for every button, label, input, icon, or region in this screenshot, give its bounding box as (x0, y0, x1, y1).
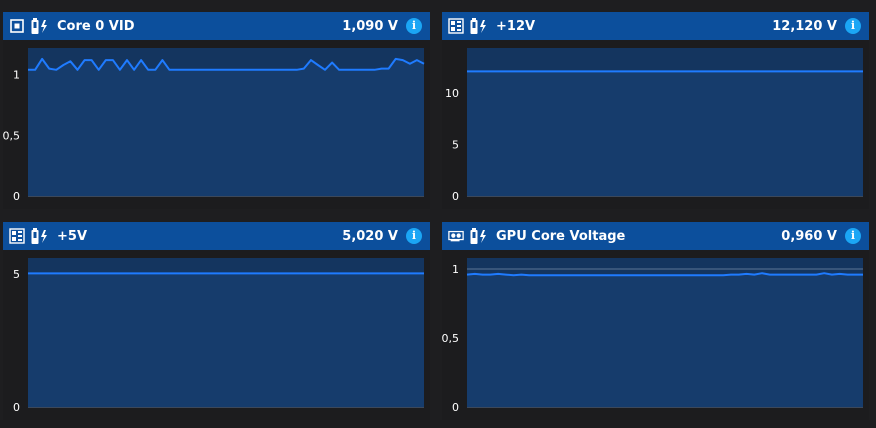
sensor-label: GPU Core Voltage (496, 228, 626, 244)
battery-charging-icon (31, 17, 51, 35)
voltage-chart: 0 0,5 1 (442, 250, 869, 420)
sensor-label: Core 0 VID (57, 18, 135, 34)
battery-charging-icon (470, 17, 490, 35)
y-tick-label: 0,5 (3, 129, 20, 142)
y-tick-label: 0 (452, 401, 459, 414)
series-area (28, 273, 424, 407)
battery-charging-icon (470, 227, 490, 245)
voltage-chart-svg: 00,51 (3, 48, 425, 203)
series-area (467, 273, 863, 407)
gpu-icon (448, 228, 464, 244)
panel-header: +12V 12,120 V i (442, 12, 869, 40)
panel-plus12v: +12V 12,120 V i 0 5 10 (442, 12, 869, 209)
sensor-label: +5V (57, 228, 87, 244)
series-area (28, 58, 424, 197)
y-tick-label: 5 (452, 139, 459, 152)
panel-plus5v: +5V 5,020 V i 05 (3, 222, 430, 420)
motherboard-icon (448, 18, 464, 34)
voltage-chart-svg: 0 5 10 (445, 48, 863, 203)
y-tick-label: 1 (13, 69, 20, 82)
sensor-value: 0,960 V (781, 228, 837, 244)
motherboard-icon (9, 228, 25, 244)
sensor-value: 1,090 V (342, 18, 398, 34)
y-tick-label: 0,5 (442, 332, 459, 345)
y-tick-label: 0 (13, 190, 20, 203)
voltage-chart: 0 5 10 (442, 40, 869, 209)
panel-header: Core 0 VID 1,090 V i (3, 12, 430, 40)
y-tick-label: 10 (445, 87, 459, 100)
sensor-value: 12,120 V (772, 18, 837, 34)
cpu-icon (9, 18, 25, 34)
voltage-chart: 0 0,5 1 (3, 40, 430, 209)
y-tick-label: 1 (452, 263, 459, 276)
voltage-chart: 05 (3, 250, 430, 420)
info-icon[interactable]: i (406, 228, 422, 244)
voltage-chart-svg: 00,51 (442, 258, 863, 414)
series-area (467, 71, 863, 196)
y-tick-label: 5 (13, 268, 20, 281)
sensor-value: 5,020 V (342, 228, 398, 244)
info-icon[interactable]: i (845, 18, 861, 34)
panel-header: +5V 5,020 V i (3, 222, 430, 250)
y-tick-label: 0 (452, 190, 459, 203)
battery-charging-icon (31, 227, 51, 245)
info-icon[interactable]: i (406, 18, 422, 34)
voltage-chart-svg: 05 (13, 258, 424, 414)
info-icon[interactable]: i (845, 228, 861, 244)
sensor-label: +12V (496, 18, 536, 34)
panel-core0vid: Core 0 VID 1,090 V i 0 0,5 1 (3, 12, 430, 209)
panel-header: GPU Core Voltage 0,960 V i (442, 222, 869, 250)
panel-gpucorevoltage: GPU Core Voltage 0,960 V i 0 0,5 1 (442, 222, 869, 420)
y-tick-label: 0 (13, 401, 20, 414)
